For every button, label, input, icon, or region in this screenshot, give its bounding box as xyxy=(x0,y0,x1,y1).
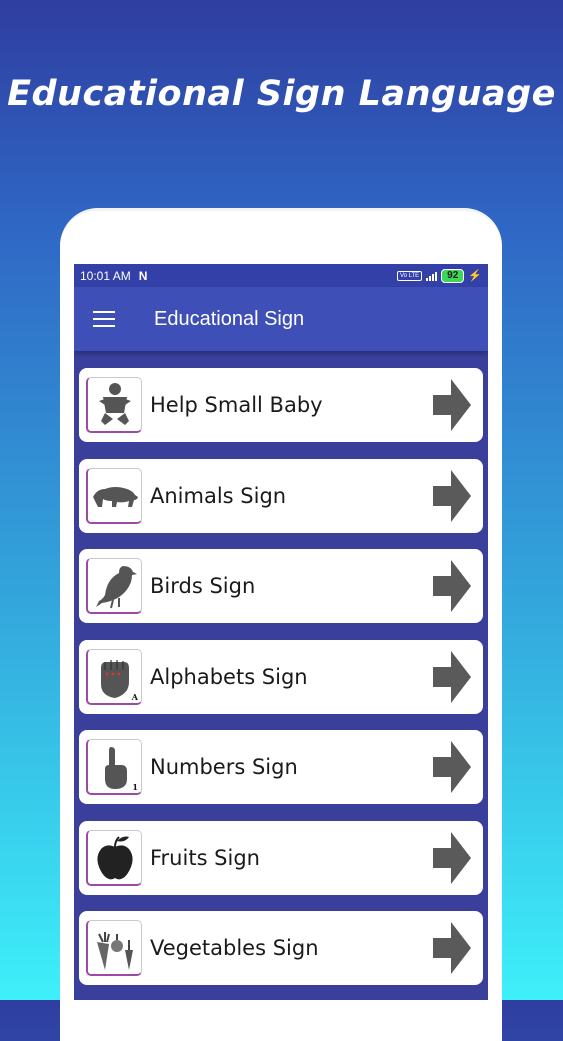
app-bar-title: Educational Sign xyxy=(154,307,305,330)
apple-icon xyxy=(86,829,142,886)
arrow-right-icon xyxy=(433,650,471,703)
category-card-alphabets-sign[interactable]: A Alphabets Sign xyxy=(79,639,483,714)
category-card-animals-sign[interactable]: Animals Sign xyxy=(79,458,483,533)
signal-icon xyxy=(426,271,438,281)
category-card-vegetables-sign[interactable]: Vegetables Sign xyxy=(79,911,483,985)
thumb-letter: A xyxy=(131,691,138,702)
thumb-number: 1 xyxy=(132,782,138,792)
category-label: Numbers Sign xyxy=(150,755,298,779)
status-bar: 10:01 AM N Vo LTE 92 ⚡ xyxy=(74,264,488,287)
charging-icon: ⚡ xyxy=(468,270,482,282)
category-label: Birds Sign xyxy=(150,574,256,598)
arrow-right-icon xyxy=(433,922,471,974)
category-label: Alphabets Sign xyxy=(150,664,308,689)
app-bar: Educational Sign xyxy=(74,287,488,351)
network-logo-icon: N xyxy=(138,268,148,283)
volte-icon: Vo LTE xyxy=(396,270,423,281)
category-list: Help Small Baby Animals Sign Birds Sign … xyxy=(79,368,483,1000)
arrow-right-icon xyxy=(433,560,471,612)
bird-icon xyxy=(86,558,142,614)
hand-sign-one-icon: 1 xyxy=(86,739,142,795)
arrow-right-icon xyxy=(433,741,471,793)
phone-screen: 10:01 AM N Vo LTE 92 ⚡ Educational Sign … xyxy=(74,264,488,1000)
headline-title: Educational Sign Language xyxy=(7,74,556,114)
arrow-right-icon xyxy=(433,469,471,522)
baby-icon xyxy=(86,377,142,433)
status-icons: Vo LTE 92 ⚡ xyxy=(396,268,482,283)
category-card-numbers-sign[interactable]: 1 Numbers Sign xyxy=(79,730,483,804)
category-card-help-small-baby[interactable]: Help Small Baby xyxy=(79,368,483,442)
category-card-birds-sign[interactable]: Birds Sign xyxy=(79,549,483,623)
bear-icon xyxy=(86,467,142,524)
arrow-right-icon xyxy=(433,379,471,431)
category-label: Help Small Baby xyxy=(150,393,323,417)
category-label: Vegetables Sign xyxy=(150,936,319,960)
hand-sign-a-icon: A xyxy=(86,648,142,705)
hamburger-menu-icon[interactable] xyxy=(93,311,115,327)
battery-icon: 92 xyxy=(441,268,465,283)
category-card-fruits-sign[interactable]: Fruits Sign xyxy=(79,820,483,895)
category-label: Animals Sign xyxy=(150,483,287,508)
category-label: Fruits Sign xyxy=(150,845,260,870)
status-time: 10:01 AM xyxy=(80,268,131,283)
vegetables-icon xyxy=(86,920,142,976)
arrow-right-icon xyxy=(433,831,471,884)
